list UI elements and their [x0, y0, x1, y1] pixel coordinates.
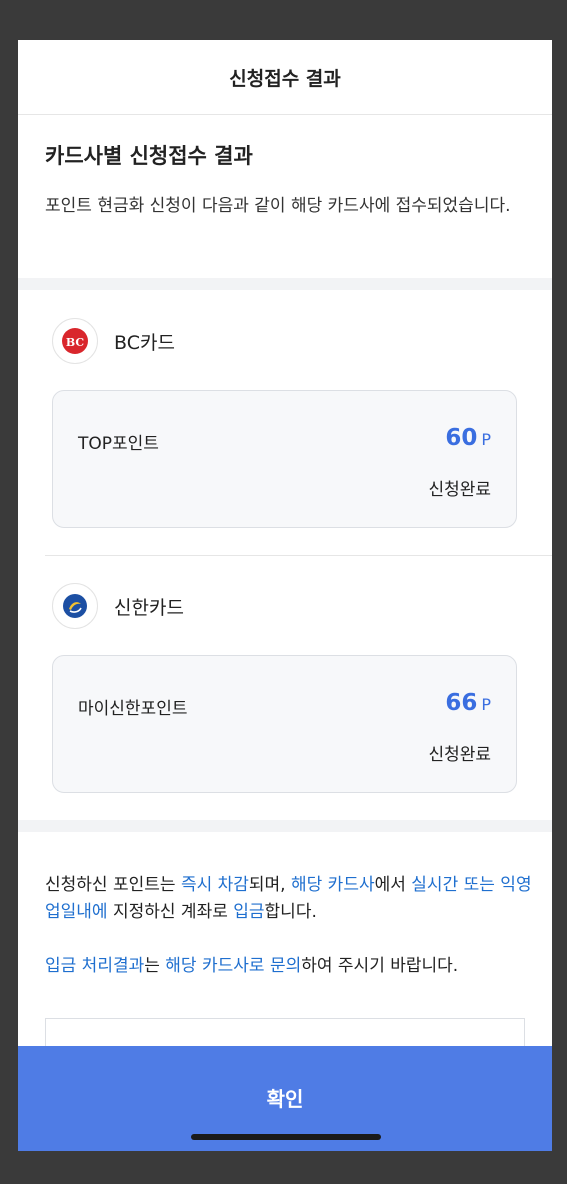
notice-text-2: 입금 처리결과는 해당 카드사로 문의하여 주시기 바랍니다. [45, 953, 535, 980]
section-divider [18, 820, 552, 832]
home-indicator [191, 1134, 381, 1140]
notice-seg: 되며, [248, 875, 291, 895]
notice-highlight: 해당 카드사로 문의 [165, 956, 302, 976]
notice-highlight: 입금 처리결과 [45, 956, 145, 976]
point-name: 마이신한포인트 [78, 699, 188, 719]
card-name: 신한카드 [114, 596, 184, 619]
status-label: 신청완료 [428, 745, 491, 765]
card-divider [45, 555, 552, 556]
section-divider [18, 278, 552, 290]
point-amount: 66 P [445, 690, 491, 716]
bc-card-logo-icon: BC [52, 318, 98, 364]
card-name: BC카드 [114, 331, 175, 354]
notice-seg: 는 [144, 956, 166, 976]
point-result-box: TOP포인트 60 P 신청완료 [52, 390, 517, 528]
page-title: 신청접수 결과 [229, 67, 341, 90]
notice-highlight: 즉시 차감 [180, 875, 249, 895]
card-header-shinhan: 신한카드 [52, 583, 184, 629]
point-amount-value: 60 [445, 425, 478, 451]
notice-seg: 하여 주시기 바랍니다. [301, 956, 459, 976]
shinhan-card-logo-icon [52, 583, 98, 629]
notice-text-1: 신청하신 포인트는 즉시 차감되며, 해당 카드사에서 실시간 또는 익영업일내… [45, 872, 535, 926]
svg-text:BC: BC [66, 336, 85, 349]
point-name: TOP포인트 [78, 434, 159, 454]
point-amount-value: 66 [445, 690, 478, 716]
notice-highlight: 입금 [233, 902, 265, 922]
point-amount: 60 P [445, 425, 491, 451]
section-description: 포인트 현금화 신청이 다음과 같이 해당 카드사에 접수되었습니다. [45, 196, 511, 216]
notice-seg: 지정하신 계좌로 [107, 902, 234, 922]
notice-seg: 신청하신 포인트는 [45, 875, 181, 895]
status-label: 신청완료 [428, 480, 491, 500]
result-screen: 신청접수 결과 카드사별 신청접수 결과 포인트 현금화 신청이 다음과 같이 … [18, 40, 552, 1151]
page-header: 신청접수 결과 [18, 40, 552, 115]
point-unit: P [481, 695, 491, 714]
section-title: 카드사별 신청접수 결과 [45, 144, 253, 168]
point-unit: P [481, 430, 491, 449]
notice-seg: 에서 [374, 875, 412, 895]
notice-seg: 합니다. [264, 902, 317, 922]
card-header-bc: BC BC카드 [52, 318, 175, 364]
point-result-box: 마이신한포인트 66 P 신청완료 [52, 655, 517, 793]
notice-highlight: 해당 카드사 [291, 875, 375, 895]
